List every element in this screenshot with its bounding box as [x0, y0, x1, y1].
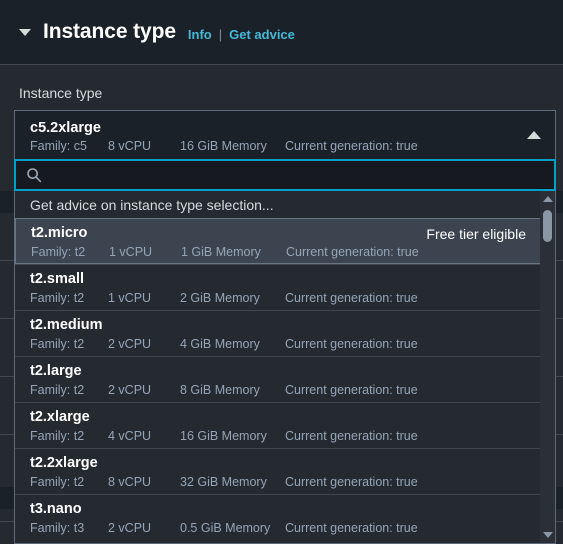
option-meta: Family: t2 2 vCPU 4 GiB Memory Current gene…	[30, 335, 527, 353]
list-item[interactable]: t2.medium Family: t2 2 vCPU 4 GiB Memory Cu…	[15, 310, 542, 356]
option-generation: Current generation: true	[285, 337, 418, 351]
link-separator: |	[218, 26, 223, 42]
option-vcpu: 2 vCPU	[108, 521, 152, 535]
selected-memory: 16 GiB Memory	[180, 139, 267, 153]
selected-family: Family: c5	[30, 139, 87, 153]
option-name: t2.medium	[30, 317, 103, 333]
list-item[interactable]: t2.2xlarge Family: t2 8 vCPU 32 GiB Memory…	[15, 448, 542, 494]
instance-type-select: c5.2xlarge Family: c5 8 vCPU 16 GiB Memory…	[14, 110, 556, 191]
option-memory: 0.5 GiB Memory	[180, 521, 271, 535]
selected-generation: Current generation: true	[285, 139, 418, 153]
option-meta: Family: t3 2 vCPU 0.5 GiB Memory Current ge…	[30, 519, 527, 537]
option-vcpu: 8 vCPU	[108, 475, 152, 489]
caret-up-icon[interactable]	[527, 131, 541, 139]
option-memory: 16 GiB Memory	[180, 429, 267, 443]
option-name: t2.small	[30, 271, 84, 287]
option-name: t2.large	[30, 363, 82, 379]
header-links: Info | Get advice	[188, 27, 295, 42]
section-header: Instance type Info | Get advice	[0, 0, 563, 65]
option-meta: Family: t2 2 vCPU 8 GiB Memory Current gene…	[30, 381, 527, 399]
list-item[interactable]: t2.small Family: t2 1 vCPU 2 GiB Memory Cur…	[15, 264, 542, 310]
option-meta: Family: t2 1 vCPU 1 GiB Memory Current gene…	[31, 243, 526, 261]
option-memory: 4 GiB Memory	[180, 337, 260, 351]
caret-down-icon[interactable]	[19, 28, 31, 36]
instance-type-dropdown: Get advice on instance type selection...…	[14, 191, 556, 544]
option-memory: 32 GiB Memory	[180, 475, 267, 489]
selected-instance-meta: Family: c5 8 vCPU 16 GiB Memory Current gen…	[30, 138, 515, 155]
scroll-down-arrow-icon[interactable]	[542, 532, 553, 538]
instance-type-field-label: Instance type	[19, 85, 103, 101]
option-vcpu: 4 vCPU	[108, 429, 152, 443]
instance-type-search-row	[14, 159, 556, 191]
option-name: t2.2xlarge	[30, 455, 98, 471]
page-title: Instance type	[43, 20, 176, 43]
option-memory: 2 GiB Memory	[180, 291, 260, 305]
option-family: Family: t2	[31, 245, 86, 259]
option-vcpu: 1 vCPU	[109, 245, 153, 259]
option-generation: Current generation: true	[285, 429, 418, 443]
option-vcpu: 2 vCPU	[108, 383, 152, 397]
option-generation: Current generation: true	[285, 475, 418, 489]
option-meta: Family: t2 1 vCPU 2 GiB Memory Current gene…	[30, 289, 527, 307]
instance-type-selected-value[interactable]: c5.2xlarge Family: c5 8 vCPU 16 GiB Memory…	[14, 110, 556, 159]
scrollbar-thumb[interactable]	[543, 210, 552, 242]
get-advice-link[interactable]: Get advice	[229, 27, 295, 42]
status-badge: Free tier eligible	[426, 226, 526, 242]
list-item[interactable]: t2.micro Family: t2 1 vCPU 1 GiB Memory Cur…	[15, 218, 542, 264]
search-icon	[27, 168, 42, 183]
option-memory: 8 GiB Memory	[180, 383, 260, 397]
list-item[interactable]: t2.large Family: t2 2 vCPU 8 GiB Memory Cur…	[15, 356, 542, 402]
info-link[interactable]: Info	[188, 27, 212, 42]
option-vcpu: 2 vCPU	[108, 337, 152, 351]
dropdown-scrollbar[interactable]	[540, 191, 555, 543]
option-memory: 1 GiB Memory	[181, 245, 261, 259]
option-family: Family: t2	[30, 429, 85, 443]
option-generation: Current generation: true	[285, 291, 418, 305]
search-input[interactable]	[42, 161, 554, 189]
option-meta: Family: t2 8 vCPU 32 GiB Memory Current gen…	[30, 473, 527, 491]
option-generation: Current generation: true	[285, 521, 418, 535]
option-generation: Current generation: true	[286, 245, 419, 259]
selected-vcpu: 8 vCPU	[108, 139, 152, 153]
dropdown-option-list: Get advice on instance type selection...…	[15, 191, 542, 543]
option-family: Family: t2	[30, 383, 85, 397]
list-item[interactable]: t2.xlarge Family: t2 4 vCPU 16 GiB Memory C…	[15, 402, 542, 448]
option-family: Family: t3	[30, 521, 85, 535]
selected-instance-name: c5.2xlarge	[30, 120, 101, 136]
list-item[interactable]: t3.nano Family: t3 2 vCPU 0.5 GiB Memory Cu…	[15, 494, 542, 540]
option-generation: Current generation: true	[285, 383, 418, 397]
scroll-up-arrow-icon[interactable]	[542, 196, 553, 202]
option-name: t3.nano	[30, 501, 82, 517]
option-family: Family: t2	[30, 337, 85, 351]
option-vcpu: 1 vCPU	[108, 291, 152, 305]
option-family: Family: t2	[30, 475, 85, 489]
dropdown-get-advice-row[interactable]: Get advice on instance type selection...	[15, 191, 542, 218]
option-meta: Family: t2 4 vCPU 16 GiB Memory Current gen…	[30, 427, 527, 445]
option-family: Family: t2	[30, 291, 85, 305]
option-name: t2.xlarge	[30, 409, 90, 425]
